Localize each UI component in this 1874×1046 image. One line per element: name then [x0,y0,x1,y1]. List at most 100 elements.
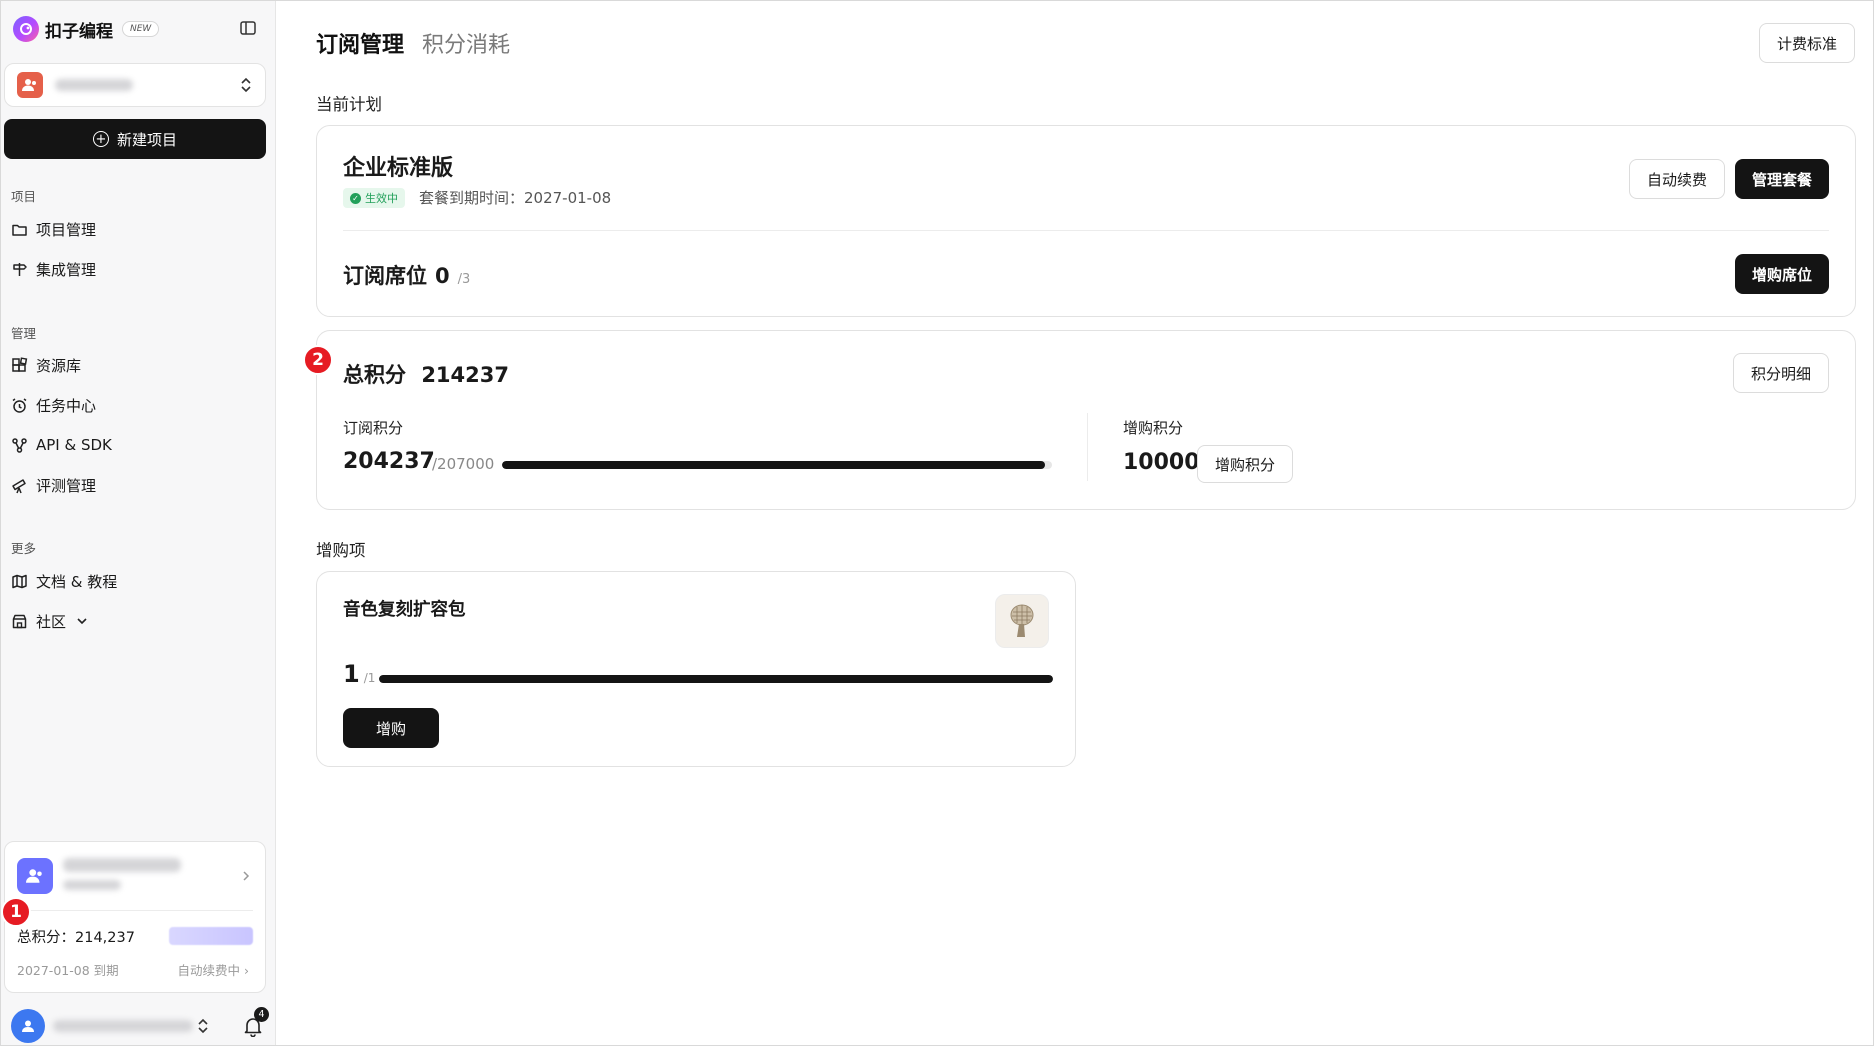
team-selector[interactable] [4,63,266,107]
auto-renew-button[interactable]: 自动续费 [1628,159,1725,199]
auto-renew-label: 自动续费中 [177,963,241,978]
blocks-icon [12,356,28,372]
purchased-credits-label: 增购积分 [1123,419,1184,437]
subscription-credits-value: 204237 [343,449,435,474]
annotation-marker: 2 [303,345,333,375]
store-icon [12,614,27,628]
alarm-icon [12,397,27,413]
user-icon [22,1020,34,1032]
total-credits: 总积分 214237 [343,359,509,389]
status-text: 生效中 [365,192,398,205]
divider [1087,413,1088,481]
sidebar-item-project-management[interactable]: 项目管理 [11,216,96,242]
progress-fill [502,461,1045,469]
sidebar-item-docs[interactable]: 文档 & 教程 [11,568,117,594]
seats-row: 订阅席位 0 /3 [343,260,470,290]
current-plan-heading: 当前计划 [316,95,382,114]
subscription-credits-total: /207000 [432,455,495,473]
plan-name: 企业标准版 [343,156,454,181]
sidebar-toggle-icon[interactable] [239,19,257,37]
sidebar-item-label: 集成管理 [36,260,97,279]
notification-badge: 4 [254,1007,269,1022]
divider [343,230,1829,231]
addon-used: 1 [343,660,360,688]
sidebar-item-resources[interactable]: 资源库 [11,352,81,378]
sidebar-item-tasks[interactable]: 任务中心 [11,392,96,418]
buy-credits-button[interactable]: 增购积分 [1197,445,1294,483]
brand-name: 扣子编程 [45,21,113,42]
chevron-updown-icon [198,1018,208,1034]
addon-card: 音色复刻扩容包 1 /1 增购 [316,571,1076,767]
plan-expire-text: 套餐到期时间：2027-01-08 [419,189,612,207]
manage-plan-button[interactable]: 管理套餐 [1734,159,1829,199]
sidebar-item-evaluation[interactable]: 评测管理 [11,472,96,498]
sidebar-item-integration[interactable]: 集成管理 [11,256,96,282]
seats-used: 0 [435,264,450,288]
pricing-button[interactable]: 计费标准 [1758,23,1855,63]
sidebar-item-label: 资源库 [36,356,82,375]
buy-addon-button[interactable]: 增购 [343,708,439,748]
new-badge: NEW [122,21,160,37]
folder-icon [12,224,27,236]
map-icon [12,574,27,588]
brand-logo-icon [13,16,39,42]
main-content: 订阅管理 积分消耗 计费标准 当前计划 企业标准版 ✓ 生效中 套餐到期时间：2… [276,1,1873,1045]
chevron-updown-icon [241,77,251,93]
purchased-credits-value: 10000 [1123,450,1200,475]
sidebar-item-label: 文档 & 教程 [36,572,118,591]
sidebar: 扣子编程 NEW + 新建项目 项目 项目管理 集成管理 管理 资源库 任务中心… [1,1,276,1045]
user-avatar [11,1009,45,1043]
sidebar-item-label: 评测管理 [36,476,97,495]
plan-card: 企业标准版 ✓ 生效中 套餐到期时间：2027-01-08 自动续费 管理套餐 … [316,125,1856,317]
buy-seats-button[interactable]: 增购席位 [1734,254,1829,294]
team-avatar [17,72,43,98]
sidebar-item-api-sdk[interactable]: API & SDK [11,432,112,458]
sidebar-item-label: 社区 [36,612,67,631]
user-name-redacted [53,1020,193,1032]
sidebar-item-label: 任务中心 [36,396,97,415]
telescope-icon [12,478,26,493]
status-badge: ✓ 生效中 [343,188,405,208]
user-menu[interactable]: 4 [11,1007,269,1043]
credits-card: 总积分 214237 积分明细 订阅积分 204237 /207000 增购积分… [316,330,1856,510]
sidebar-item-community[interactable]: 社区 [11,608,88,634]
team-icon [26,869,42,883]
section-label-manage: 管理 [11,326,37,341]
check-icon: ✓ [350,192,361,204]
sidebar-item-label: 项目管理 [36,220,97,239]
team-name-redacted [55,79,133,91]
addon-usage: 1 /1 [343,660,375,688]
sidebar-total-credits: 总积分：214,237 [17,930,135,946]
microphone-icon [995,594,1049,648]
addon-progress [379,675,1053,683]
credits-progress-redacted [169,927,253,945]
sidebar-expire-date: 2027-01-08 到期 [17,963,119,978]
tab-credit-usage[interactable]: 积分消耗 [422,27,510,59]
progress-fill [379,675,1053,683]
account-sub-redacted [63,880,121,890]
addon-name: 音色复刻扩容包 [343,600,466,620]
auto-renew-link[interactable]: 自动续费中 › [178,960,250,979]
divider [17,910,253,911]
chevron-right-icon [243,871,250,881]
addons-heading: 增购项 [316,541,366,560]
api-icon [12,437,27,453]
chevron-down-icon [77,618,87,625]
account-name-redacted [63,858,181,872]
sidebar-item-label: API & SDK [36,436,112,454]
team-icon [22,79,36,91]
section-label-more: 更多 [11,541,37,556]
chevron-right-icon: › [244,963,249,978]
subscription-credits-label: 订阅积分 [343,419,404,437]
account-card[interactable]: 总积分：214,237 2027-01-08 到期 自动续费中 › [4,841,266,993]
section-label-project: 项目 [11,189,37,204]
total-credits-label: 总积分 [343,363,406,387]
annotation-marker: 1 [1,897,31,927]
account-avatar [17,858,53,894]
new-project-button[interactable]: + 新建项目 [4,119,266,159]
tab-bar: 订阅管理 积分消耗 [316,27,510,59]
app-window: 扣子编程 NEW + 新建项目 项目 项目管理 集成管理 管理 资源库 任务中心… [0,0,1874,1046]
credit-details-button[interactable]: 积分明细 [1732,353,1829,393]
tab-subscription[interactable]: 订阅管理 [316,27,404,59]
brand[interactable]: 扣子编程 NEW [13,15,160,43]
